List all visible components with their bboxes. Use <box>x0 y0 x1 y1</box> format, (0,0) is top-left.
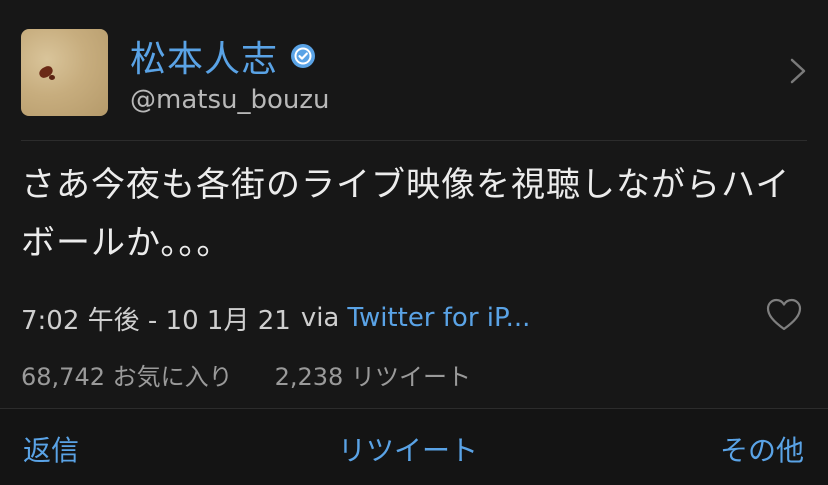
favorites-count[interactable]: 68,742 お気に入り <box>21 357 233 392</box>
tweet-header[interactable]: 松本人志 @matsu_bouzu <box>0 0 828 140</box>
more-button[interactable]: その他 <box>720 429 804 469</box>
action-bar: 返信 リツイート その他 <box>0 408 828 485</box>
tweet-meta: 7:02 午後 - 10 1月 21 via Twitter for iP... <box>21 298 530 338</box>
tweet-stats: 68,742 お気に入り 2,238 リツイート <box>21 356 471 392</box>
avatar-image-detail <box>49 75 55 80</box>
chevron-right-icon[interactable] <box>790 58 806 84</box>
tweet-text: さあ今夜も各街のライブ映像を視聴しながらハイボールか。。。 <box>21 165 791 263</box>
user-handle[interactable]: @matsu_bouzu <box>130 85 330 115</box>
verified-badge-icon <box>291 44 316 68</box>
tweet-timestamp: 7:02 午後 - 10 1月 21 <box>21 305 291 336</box>
via-app-link[interactable]: Twitter for iP... <box>347 303 530 333</box>
divider <box>21 140 807 141</box>
heart-outline-icon[interactable] <box>765 297 803 333</box>
retweets-count[interactable]: 2,238 リツイート <box>275 357 471 392</box>
name-row: 松本人志 <box>130 34 316 80</box>
avatar[interactable] <box>21 29 108 116</box>
display-name[interactable]: 松本人志 <box>130 30 278 82</box>
reply-button[interactable]: 返信 <box>23 429 79 469</box>
retweet-button[interactable]: リツイート <box>338 429 478 469</box>
via-label: via <box>300 303 340 333</box>
